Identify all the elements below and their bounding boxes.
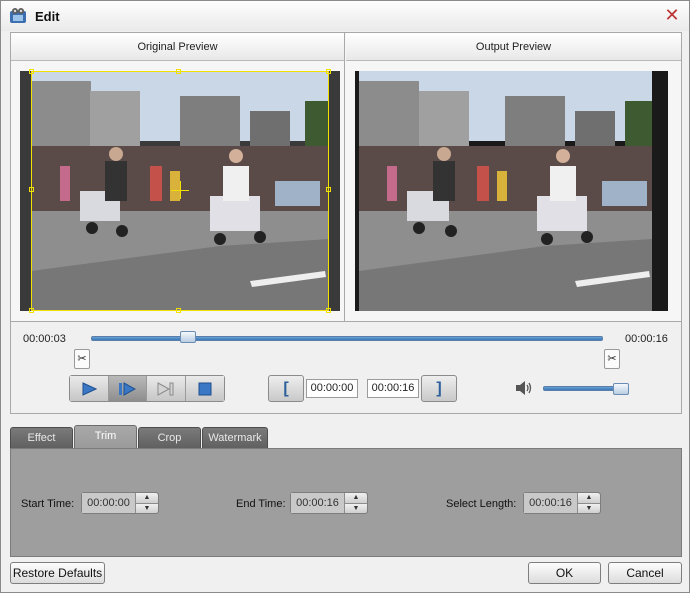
app-film-icon <box>9 7 27 25</box>
crop-handle-left[interactable] <box>29 187 34 192</box>
crop-handle-bottom[interactable] <box>176 308 181 313</box>
timeline-slider-thumb[interactable] <box>180 331 197 343</box>
select-length-input[interactable]: 00:00:16 <box>524 493 578 513</box>
title-bar: Edit ✕ <box>1 1 689 31</box>
crop-handle-tl[interactable] <box>29 69 34 74</box>
cancel-button[interactable]: Cancel <box>608 562 682 584</box>
set-start-button[interactable]: [ <box>268 375 304 402</box>
start-time-down-icon[interactable]: ▼ <box>136 503 158 513</box>
trim-end-field[interactable]: 00:00:16 <box>367 379 419 398</box>
street-scene-output-image <box>355 71 668 311</box>
crop-handle-top[interactable] <box>176 69 181 74</box>
play-frame-icon <box>119 381 137 396</box>
start-time-stepper[interactable]: 00:00:00 ▲ ▼ <box>81 492 159 514</box>
crosshair-icon-v <box>180 181 181 199</box>
playback-controls: 00:00:03 00:00:16 ✂ ✂ [ 00:00:00 00:00:1… <box>10 322 682 414</box>
tab-watermark[interactable]: Watermark <box>202 427 268 449</box>
preview-panel: Original Preview Output Preview <box>10 32 682 322</box>
total-time: 00:00:16 <box>625 333 668 345</box>
current-time: 00:00:03 <box>23 333 66 345</box>
trim-end-marker-icon[interactable]: ✂ <box>604 349 620 369</box>
stop-button[interactable] <box>185 376 224 401</box>
crop-handle-right[interactable] <box>326 187 331 192</box>
set-end-button[interactable]: ] <box>421 375 457 402</box>
original-video-frame[interactable] <box>20 69 340 313</box>
crop-handle-tr[interactable] <box>326 69 331 74</box>
crop-handle-bl[interactable] <box>29 308 34 313</box>
edit-dialog: Edit ✕ Original Preview Output Preview 0… <box>0 0 690 593</box>
select-length-stepper[interactable]: 00:00:16 ▲ ▼ <box>523 492 601 514</box>
select-length-label: Select Length: <box>446 498 517 510</box>
playback-button-group <box>69 375 225 402</box>
end-time-down-icon[interactable]: ▼ <box>345 503 367 513</box>
output-preview-label: Output Preview <box>346 33 681 61</box>
crop-selection-rect[interactable] <box>29 69 331 313</box>
start-time-label: Start Time: <box>21 498 75 510</box>
close-icon[interactable]: ✕ <box>663 6 681 24</box>
end-time-label: End Time: <box>236 498 286 510</box>
stop-icon <box>198 382 212 395</box>
select-length-down-icon[interactable]: ▼ <box>578 503 600 513</box>
output-video-frame <box>355 71 668 311</box>
window-title: Edit <box>35 9 60 24</box>
end-time-up-icon[interactable]: ▲ <box>345 493 367 504</box>
select-length-up-icon[interactable]: ▲ <box>578 493 600 504</box>
volume-slider-thumb[interactable] <box>612 383 629 395</box>
next-frame-button[interactable] <box>147 376 186 401</box>
start-time-input[interactable]: 00:00:00 <box>82 493 136 513</box>
trim-start-field[interactable]: 00:00:00 <box>306 379 358 398</box>
next-frame-icon <box>157 381 174 396</box>
play-icon <box>82 381 97 396</box>
play-frame-button[interactable] <box>108 376 147 401</box>
ok-button[interactable]: OK <box>528 562 601 584</box>
play-button[interactable] <box>70 376 109 401</box>
timeline-slider[interactable] <box>91 336 603 341</box>
restore-defaults-button[interactable]: Restore Defaults <box>10 562 105 584</box>
crop-handle-br[interactable] <box>326 308 331 313</box>
tab-effect[interactable]: Effect <box>10 427 73 449</box>
tab-trim[interactable]: Trim <box>74 425 137 449</box>
start-time-up-icon[interactable]: ▲ <box>136 493 158 504</box>
trim-start-marker-icon[interactable]: ✂ <box>74 349 90 369</box>
trim-panel: Start Time: 00:00:00 ▲ ▼ End Time: 00:00… <box>10 448 682 557</box>
end-time-input[interactable]: 00:00:16 <box>291 493 345 513</box>
tab-crop[interactable]: Crop <box>138 427 201 449</box>
output-preview-pane: Output Preview <box>346 33 681 321</box>
speaker-icon[interactable] <box>515 380 533 396</box>
original-preview-label: Original Preview <box>11 33 344 61</box>
end-time-stepper[interactable]: 00:00:16 ▲ ▼ <box>290 492 368 514</box>
tab-strip: Effect Trim Crop Watermark <box>10 425 682 449</box>
original-preview-pane: Original Preview <box>11 33 345 321</box>
